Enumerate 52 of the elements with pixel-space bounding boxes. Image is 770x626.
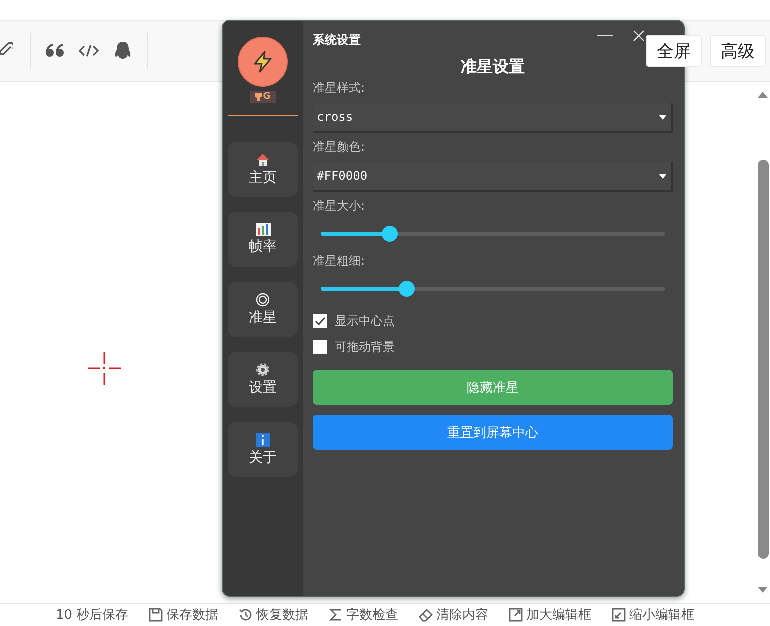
field-label: 准星颜色: [313, 139, 366, 156]
nav-item[interactable]: 设置 [228, 352, 298, 407]
crosshair-icon [88, 352, 121, 385]
nav-item[interactable]: 关于 [228, 422, 298, 477]
sigma-icon [328, 608, 343, 622]
window-title: 系统设置 [313, 32, 361, 48]
expand-icon [508, 608, 523, 622]
toolbar-button[interactable]: 高级 [710, 35, 766, 67]
scrollbar-thumb[interactable] [758, 160, 768, 559]
status-action[interactable]: 恢复数据 [238, 606, 309, 624]
checkbox-label: 显示中心点 [335, 312, 395, 330]
quote-icon[interactable] [45, 43, 65, 59]
checkbox[interactable] [313, 340, 327, 354]
shrink-icon [612, 608, 626, 622]
checkbox[interactable] [313, 314, 327, 328]
caret-icon [659, 114, 667, 120]
checkbox-label: 可拖动背景 [335, 338, 395, 356]
dropdown-field[interactable]: cross [313, 103, 673, 133]
minimize-icon [597, 35, 613, 37]
nav-item[interactable]: 准星 [228, 282, 298, 337]
bar-chart-icon [256, 223, 270, 236]
dropdown-field[interactable]: #FF0000 [313, 162, 673, 192]
nav-item[interactable]: 主页 [228, 142, 298, 197]
panel-heading: 准星设置 [460, 57, 526, 78]
status-action[interactable]: 10 秒后保存 [56, 606, 129, 624]
bird-icon[interactable] [113, 41, 133, 61]
target-icon [256, 292, 270, 306]
house-icon [256, 152, 270, 166]
scroll-up-icon[interactable] [758, 92, 768, 98]
save-icon [148, 608, 163, 622]
field-label: 准星大小: [313, 198, 366, 215]
status-action[interactable]: 缩小编辑框 [612, 606, 695, 624]
status-action[interactable]: 字数检查 [328, 606, 399, 624]
action-button[interactable]: 重置到屏幕中心 [313, 415, 673, 450]
history-icon [238, 608, 253, 622]
status-action[interactable]: 加大编辑框 [508, 606, 592, 624]
logo-badge: G [250, 91, 276, 103]
nav-item[interactable]: 帧率 [228, 212, 298, 267]
field-label: 准星粗细: [313, 253, 366, 270]
status-action[interactable]: 保存数据 [148, 606, 219, 624]
info-icon [256, 432, 270, 446]
eraser-icon [418, 608, 433, 622]
field-label: 准星样式: [313, 80, 366, 97]
slider-thumb[interactable] [399, 281, 415, 297]
toolbar-button[interactable]: 全屏 [646, 35, 702, 67]
gear-icon [256, 362, 270, 376]
code-icon[interactable] [79, 43, 99, 59]
caret-icon [659, 174, 667, 178]
slider-thumb[interactable] [382, 226, 398, 242]
status-action[interactable]: 清除内容 [418, 606, 489, 624]
close-button[interactable] [631, 28, 647, 44]
scroll-down-icon[interactable] [758, 587, 768, 593]
